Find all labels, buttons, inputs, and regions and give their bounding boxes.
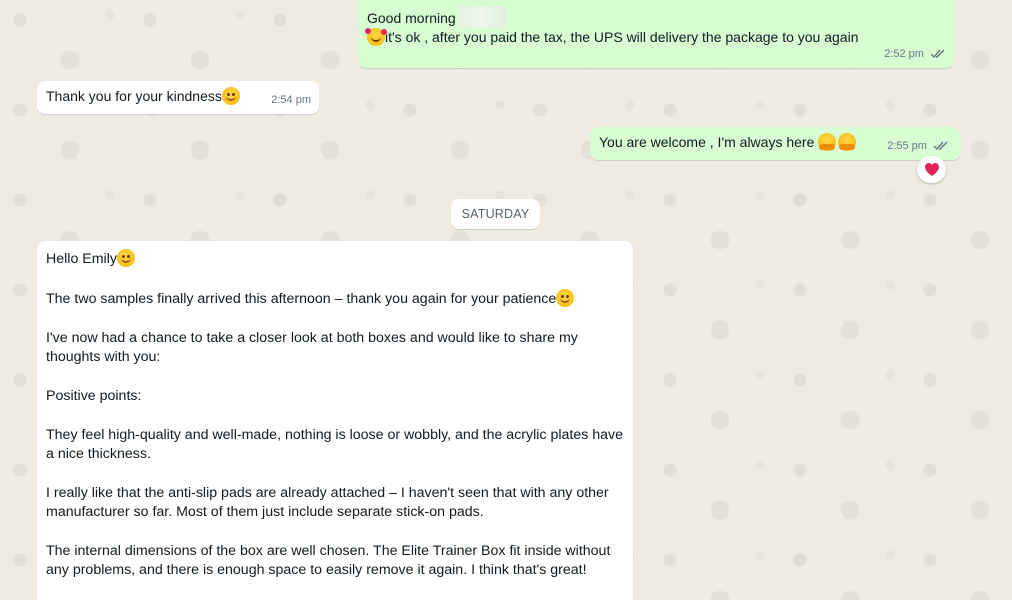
message-paragraph: I've now had a chance to take a closer l…: [46, 330, 578, 365]
message-time: 2:55 pm: [887, 140, 927, 152]
message-paragraph: Positive points:: [46, 388, 142, 404]
smiling-face-icon: [116, 249, 135, 267]
reaction-badge[interactable]: [917, 156, 946, 183]
message-paragraph: They feel high-quality and well-made, no…: [46, 427, 624, 462]
message-text: Good morning: [367, 10, 456, 26]
smiling-face-icon: [221, 87, 240, 105]
message-outgoing[interactable]: You are welcome , I'm always here 2:55 p…: [590, 127, 961, 160]
message-text: Thank you for your kindness: [46, 88, 222, 104]
smiling-face-with-hearts-icon: [365, 28, 387, 46]
message-text: You are welcome , I'm always here: [599, 134, 819, 150]
message-outgoing[interactable]: Good morning it's ok , after you paid th…: [358, 0, 954, 68]
message-paragraph: I really like that the anti-slip pads ar…: [46, 485, 609, 520]
double-check-icon: [933, 141, 948, 151]
hugging-face-icon: [818, 133, 837, 151]
redacted-name: [457, 6, 506, 28]
heart-icon: [924, 163, 939, 176]
hugging-face-icon: [838, 133, 857, 151]
message-paragraph: The internal dimensions of the box are w…: [46, 543, 611, 578]
message-time: 2:54 pm: [271, 94, 311, 106]
message-time: 2:52 pm: [884, 48, 924, 60]
message-text: it's ok , after you paid the tax, the UP…: [385, 29, 859, 45]
smiling-face-icon: [556, 289, 575, 307]
message-paragraph: Hello Emily: [46, 251, 117, 267]
message-paragraph: The two samples finally arrived this aft…: [46, 291, 557, 307]
date-divider: SATURDAY: [451, 199, 540, 229]
message-incoming[interactable]: Thank you for your kindness 2:54 pm: [37, 81, 319, 114]
double-check-icon: [930, 49, 945, 59]
message-incoming[interactable]: Hello Emily The two samples finally arri…: [37, 241, 633, 600]
